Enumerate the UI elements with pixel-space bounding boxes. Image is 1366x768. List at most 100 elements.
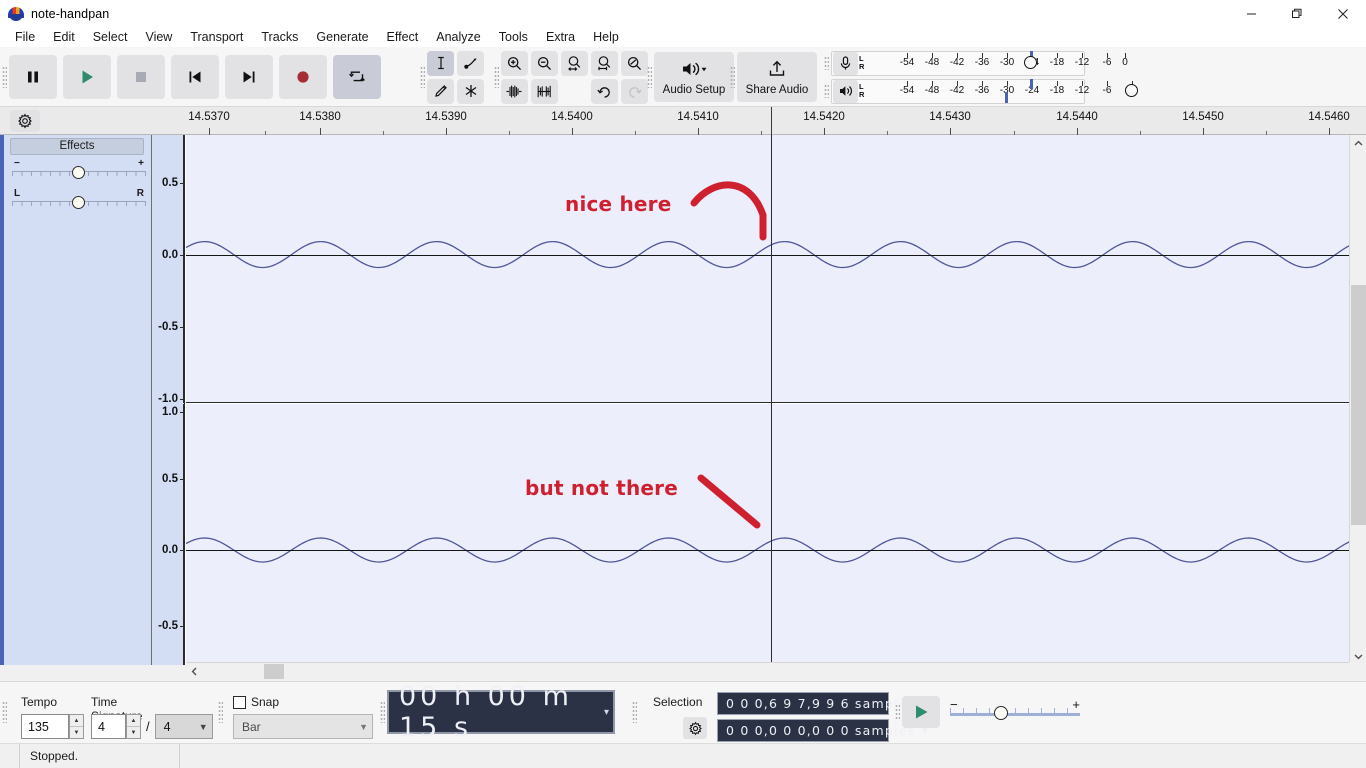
- recording-volume-slider[interactable]: [1024, 55, 1037, 69]
- left-channel-zero-line: [186, 255, 1366, 256]
- tools-toolbar-grip[interactable]: [418, 55, 427, 99]
- play-speed-slider-thumb[interactable]: [994, 706, 1008, 720]
- recording-meter-grip[interactable]: [822, 50, 831, 76]
- selection-end-display[interactable]: 0 0 0,0 0 0,0 0 0 samples ▼: [717, 719, 928, 742]
- transport-toolbar-grip[interactable]: [0, 55, 9, 99]
- time-signature-upper-stepper[interactable]: ▲ ▼: [126, 714, 141, 739]
- play-at-speed-grip[interactable]: [893, 695, 902, 729]
- share-audio-grip[interactable]: [728, 55, 737, 99]
- menu-tools[interactable]: Tools: [490, 29, 537, 45]
- right-channel-waveform[interactable]: [186, 404, 1366, 665]
- track-area: Effects − + L R 0.5 0.0 -0.5 -1.0 1.0 0.5 0.0 -…: [0, 135, 1366, 665]
- pan-slider-thumb[interactable]: [72, 196, 85, 209]
- status-bar: Stopped.: [0, 743, 1366, 768]
- track-control-panel[interactable]: Effects − + L R: [0, 135, 152, 665]
- play-button[interactable]: [63, 55, 111, 99]
- record-button[interactable]: [279, 55, 327, 99]
- menu-effect[interactable]: Effect: [378, 29, 428, 45]
- selection-grip[interactable]: [630, 692, 639, 732]
- selection-start-display[interactable]: 0 0 0,6 9 7,9 9 6 samples ▼: [717, 692, 928, 715]
- vertical-amplitude-ruler[interactable]: 0.5 0.0 -0.5 -1.0 1.0 0.5 0.0 -0.5: [152, 135, 185, 665]
- playback-meter-grip[interactable]: [822, 78, 831, 104]
- maximize-button[interactable]: [1274, 0, 1320, 27]
- redo-button[interactable]: [621, 78, 648, 104]
- skip-to-start-button[interactable]: [171, 55, 219, 99]
- selection-options-gear-icon[interactable]: [683, 717, 707, 739]
- menu-analyze[interactable]: Analyze: [427, 29, 489, 45]
- undo-button[interactable]: [591, 78, 618, 104]
- recording-meter[interactable]: L R -54 -48 -42 -36 -30 -24 -18 -12 -6 0: [831, 50, 1128, 76]
- selection-end-value: 0 0 0,0 0 0,0 0 0 samples: [726, 723, 916, 738]
- snapping-grip[interactable]: [216, 692, 225, 732]
- draw-tool[interactable]: [427, 78, 454, 104]
- menu-select[interactable]: Select: [84, 29, 137, 45]
- silence-audio-button[interactable]: [531, 78, 558, 104]
- horizontal-scrollbar-thumb[interactable]: [264, 664, 284, 679]
- loop-button[interactable]: [333, 55, 381, 99]
- microphone-icon[interactable]: [833, 51, 858, 75]
- window-titlebar: note-handpan: [0, 0, 1366, 27]
- amplitude-tick-label: -0.5: [158, 321, 178, 333]
- left-channel-waveform[interactable]: [186, 135, 1366, 403]
- horizontal-scrollbar[interactable]: [186, 662, 1349, 680]
- annotation-but-not-there: but not there: [525, 476, 678, 500]
- selection-tool[interactable]: [427, 50, 454, 76]
- playback-meter[interactable]: L R -54 -48 -42 -36 -30 -24 -18 -12 -6 0: [831, 78, 1138, 104]
- playback-volume-slider[interactable]: [1125, 83, 1138, 97]
- multi-tool[interactable]: [457, 78, 484, 104]
- selection-start-value: 0 0 0,6 9 7,9 9 6 samples: [726, 696, 916, 711]
- audio-setup-button[interactable]: Audio Setup: [654, 52, 734, 102]
- skip-to-end-button[interactable]: [225, 55, 273, 99]
- audio-position-caret-icon[interactable]: ▾: [604, 707, 609, 718]
- time-signature-grip[interactable]: [0, 692, 9, 732]
- timeline-ruler[interactable]: 14.5370 14.5380 14.5390 14.5400 14.5410 14.54…: [0, 107, 1366, 135]
- fit-selection-button[interactable]: [561, 50, 588, 76]
- timeline-options-gear-icon[interactable]: [10, 110, 40, 132]
- minimize-button[interactable]: [1228, 0, 1274, 27]
- snap-mode-select[interactable]: Bar ▼: [233, 714, 373, 739]
- menu-transport[interactable]: Transport: [181, 29, 252, 45]
- audio-position-display[interactable]: 00 h 00 m 15 s ▾: [387, 681, 615, 743]
- fit-project-button[interactable]: [591, 50, 618, 76]
- pan-slider[interactable]: L R: [12, 188, 146, 209]
- menu-edit[interactable]: Edit: [44, 29, 84, 45]
- menu-generate[interactable]: Generate: [307, 29, 377, 45]
- zoom-toggle-button[interactable]: [621, 50, 648, 76]
- play-speed-slider[interactable]: − +: [950, 697, 1080, 724]
- trim-audio-button[interactable]: [501, 78, 528, 104]
- menu-help[interactable]: Help: [584, 29, 628, 45]
- play-at-speed-button[interactable]: [902, 696, 940, 728]
- scroll-left-arrow-icon[interactable]: [186, 663, 203, 680]
- gain-slider[interactable]: − +: [12, 158, 146, 179]
- gain-slider-thumb[interactable]: [72, 166, 85, 179]
- audio-position-grip[interactable]: [378, 692, 387, 732]
- zoom-out-button[interactable]: [531, 50, 558, 76]
- scroll-up-arrow-icon[interactable]: [1350, 135, 1366, 152]
- speaker-output-icon[interactable]: [833, 79, 858, 103]
- zoom-in-button[interactable]: [501, 50, 528, 76]
- timeline-ruler-scale[interactable]: 14.5370 14.5380 14.5390 14.5400 14.5410 14.54…: [155, 107, 1366, 135]
- snap-checkbox[interactable]: [233, 695, 246, 709]
- close-button[interactable]: [1320, 0, 1366, 27]
- edit-toolbar-grip[interactable]: [492, 55, 501, 99]
- share-audio-button[interactable]: Share Audio: [737, 52, 817, 102]
- share-audio-toolbar: Share Audio: [728, 50, 817, 104]
- track-effects-button[interactable]: Effects: [10, 138, 144, 155]
- time-signature-lower-select[interactable]: 4 ▼: [154, 714, 213, 739]
- chevron-down-icon: ▼: [359, 721, 368, 732]
- vertical-scrollbar[interactable]: [1349, 135, 1366, 665]
- tempo-stepper[interactable]: ▲ ▼: [69, 714, 84, 739]
- waveform-area[interactable]: nice here but not there: [186, 135, 1366, 665]
- stop-button[interactable]: [117, 55, 165, 99]
- menu-view[interactable]: View: [136, 29, 181, 45]
- menu-tracks[interactable]: Tracks: [252, 29, 307, 45]
- vertical-scrollbar-thumb[interactable]: [1351, 285, 1366, 525]
- status-extra: [180, 744, 1180, 768]
- menu-file[interactable]: File: [6, 29, 44, 45]
- menu-extra[interactable]: Extra: [537, 29, 584, 45]
- pause-button[interactable]: [9, 55, 57, 99]
- tempo-input[interactable]: 135: [21, 714, 69, 739]
- time-signature-upper-input[interactable]: 4: [91, 714, 126, 739]
- envelope-tool[interactable]: [457, 50, 484, 76]
- audio-setup-grip[interactable]: [645, 55, 654, 99]
